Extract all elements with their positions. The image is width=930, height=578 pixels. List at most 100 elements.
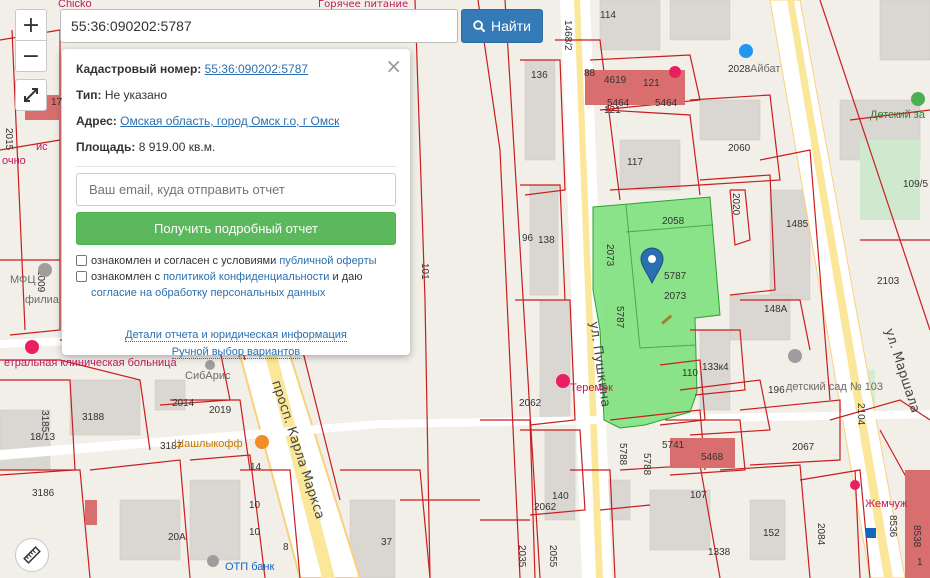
lot-label: 2035 <box>516 545 527 568</box>
lot-label: 2067 <box>792 442 815 453</box>
lot-label: 152 <box>763 528 780 539</box>
manual-selection-link[interactable]: Ручной выбор вариантов <box>171 346 301 359</box>
lot-label: 133к4 <box>702 362 729 373</box>
fullscreen-button[interactable] <box>15 79 47 111</box>
poi-teremok: Теремок <box>570 382 613 394</box>
area-label: Площадь: <box>76 140 136 154</box>
lot-label: 8538 <box>911 525 922 548</box>
lot-label: 88 <box>584 68 596 79</box>
lot-label: 110 <box>682 368 698 379</box>
lot-label: 2014 <box>172 398 195 409</box>
lot-label: 3185 <box>39 410 50 433</box>
public-offer-link[interactable]: публичной оферты <box>279 255 376 267</box>
kindergarten-icon <box>788 349 802 363</box>
lot-label: 20A <box>168 532 186 543</box>
lot-label: 121 <box>643 78 660 89</box>
address-label: Адрес: <box>76 114 117 128</box>
lot-label: 148A <box>764 304 788 315</box>
lot-label: 138 <box>538 235 555 246</box>
lot-label: 2073 <box>604 244 615 267</box>
offer-consent-checkbox[interactable] <box>76 255 87 266</box>
address-link[interactable]: Омская область, город Омск г.о, г Омск <box>120 114 339 128</box>
lot-label: 2015 <box>3 128 14 151</box>
lot-label: 101 <box>419 263 430 280</box>
restaurant-icon <box>556 374 570 388</box>
poi-kindergarten-103: детский сад № 103 <box>786 381 883 393</box>
divider <box>76 166 396 167</box>
lot-label: 10 <box>249 500 261 511</box>
lot-label: 37 <box>381 537 393 548</box>
lot-label: 5468 <box>701 452 724 463</box>
lot-label: 140 <box>552 491 569 502</box>
offer-consent-text: ознакомлен и согласен с условиями публич… <box>91 255 377 267</box>
lot-label: 121 <box>604 105 621 116</box>
poi-sibaris: СибАрис <box>185 370 231 382</box>
hospital-icon <box>25 340 39 354</box>
parcel-info-popup: × Кадастровый номер: 55:36:090202:5787 Т… <box>62 49 410 359</box>
type-value: Не указано <box>104 88 168 102</box>
lot-label: 2019 <box>209 405 232 416</box>
type-row: Тип: Не указано <box>76 88 396 102</box>
lot-label: 3188 <box>82 412 105 423</box>
poi-otp-bank: ОТП банк <box>225 561 274 573</box>
address-row: Адрес: Омская область, город Омск г.о, г… <box>76 114 396 128</box>
cadastral-number-label: Кадастровый номер: <box>76 62 202 76</box>
poi-zhemchug: Жемчуж <box>865 498 908 510</box>
building-red <box>85 500 97 525</box>
lot-label: 14 <box>250 462 262 473</box>
pin-icon <box>205 360 215 370</box>
lot-label: 2062 <box>534 502 557 513</box>
lot-label: 1 <box>917 557 923 568</box>
email-input[interactable] <box>76 173 396 206</box>
lot-label: 5464 <box>655 98 678 109</box>
lot-label: 5787 <box>614 306 625 329</box>
lot-label: 107 <box>690 490 707 501</box>
area-value: 8 919.00 кв.м. <box>138 140 216 154</box>
poi-mfc: МФЦ <box>10 274 36 286</box>
lot-label: 2055 <box>547 545 558 568</box>
lot-label: 96 <box>522 233 534 244</box>
zoom-out-button[interactable]: − <box>15 40 47 72</box>
cadastral-search-input[interactable] <box>60 9 458 43</box>
cafe-icon <box>255 435 269 449</box>
data-processing-link[interactable]: согласие на обработку персональных данны… <box>91 287 325 299</box>
lot-label: 1338 <box>708 547 731 558</box>
area-row: Площадь: 8 919.00 кв.м. <box>76 140 396 154</box>
zoom-in-button[interactable]: + <box>15 9 47 41</box>
lot-label: 5741 <box>662 440 685 451</box>
ruler-button[interactable] <box>15 538 49 572</box>
close-icon[interactable]: × <box>385 54 402 78</box>
lot-label: 117 <box>627 157 643 168</box>
lot-label: 196 <box>768 385 785 396</box>
report-details-link[interactable]: Детали отчета и юридическая информация <box>125 329 347 342</box>
lot-label: 4619 <box>604 75 627 86</box>
search-button[interactable]: Найти <box>461 9 543 43</box>
transport-icon <box>866 528 876 538</box>
lot-label: 2103 <box>877 276 900 287</box>
lot-label: 5788 <box>617 443 628 466</box>
cadastral-number-row: Кадастровый номер: 55:36:090202:5787 <box>76 62 396 76</box>
type-label: Тип: <box>76 88 102 102</box>
lot-label: 2058 <box>662 216 685 227</box>
lot-label: 2073 <box>664 291 687 302</box>
poi-is: ис <box>36 141 48 153</box>
get-report-button[interactable]: Получить подробный отчет <box>76 212 396 245</box>
lot-label: 5787 <box>664 271 687 282</box>
privacy-consent-row: ознакомлен с политикой конфиденциальност… <box>76 269 396 301</box>
lot-label: 2104 <box>855 403 866 426</box>
lot-label: 3186 <box>32 488 55 499</box>
lot-label: 2060 <box>728 143 751 154</box>
expand-icon <box>24 88 38 102</box>
shop-icon <box>669 66 681 78</box>
cadastral-number-link[interactable]: 55:36:090202:5787 <box>205 62 308 76</box>
lot-label: 114 <box>600 10 616 21</box>
privacy-policy-link[interactable]: политикой конфиденциальности <box>163 271 329 283</box>
lot-label: 8536 <box>887 515 898 538</box>
bank-icon <box>207 555 219 567</box>
lot-label: 5788 <box>641 453 652 476</box>
lot-label: 18/13 <box>30 432 55 443</box>
search-button-label: Найти <box>491 18 531 34</box>
shop-icon <box>850 480 860 490</box>
lot-label: 109/5 <box>903 179 928 190</box>
privacy-consent-checkbox[interactable] <box>76 271 87 282</box>
